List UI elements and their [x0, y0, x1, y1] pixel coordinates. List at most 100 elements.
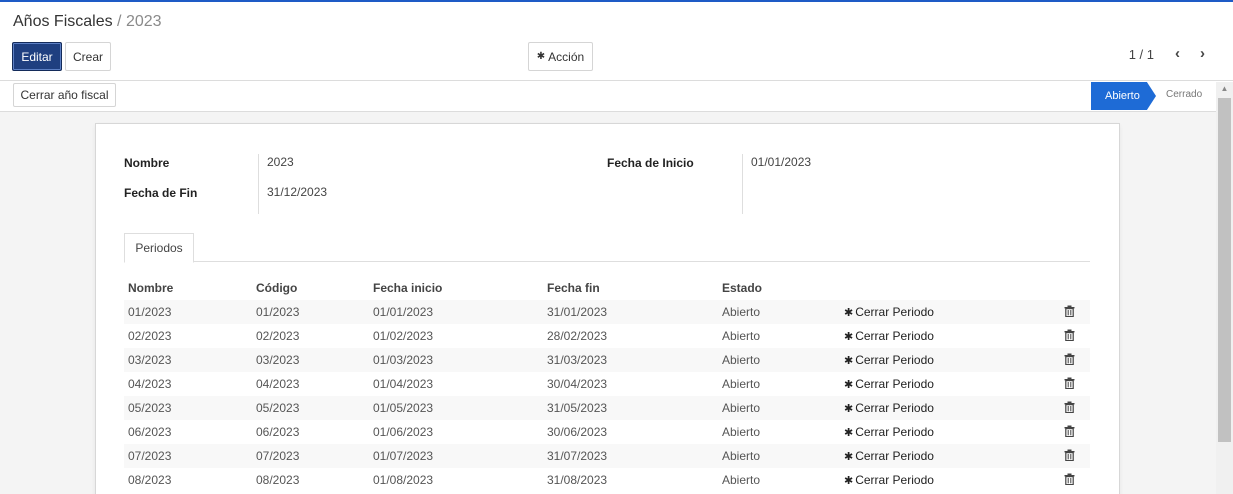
scroll-up-arrow-icon[interactable]: ▲: [1216, 84, 1233, 93]
breadcrumb-current: 2023: [125, 13, 162, 30]
period-code: 08/2023: [256, 473, 300, 487]
table-row[interactable]: 01/2023 01/2023 01/01/2023 31/01/2023 Abiert…: [124, 300, 1090, 324]
table-row[interactable]: 04/2023 04/2023 01/04/2023 30/04/2023 Abiert…: [124, 372, 1090, 396]
close-period-label: Cerrar Periodo: [855, 401, 934, 415]
period-end-date: 31/03/2023: [547, 353, 608, 367]
field-divider: [258, 154, 259, 214]
end-date-value: 31/12/2023: [267, 185, 328, 199]
notebook-tabs: Periodos: [124, 233, 1090, 263]
trash-icon[interactable]: [1064, 305, 1075, 318]
table-row[interactable]: 06/2023 06/2023 01/06/2023 30/06/2023 Abiert…: [124, 420, 1090, 444]
close-period-button[interactable]: ✱ Cerrar Periodo: [844, 401, 934, 415]
period-start-date: 01/03/2023: [373, 353, 434, 367]
period-name: 06/2023: [128, 425, 172, 439]
close-period-button[interactable]: ✱ Cerrar Periodo: [844, 329, 934, 343]
stage-closed[interactable]: Cerrado: [1166, 89, 1202, 100]
start-date-label: Fecha de Inicio: [607, 156, 694, 170]
period-name: 07/2023: [128, 449, 172, 463]
gear-icon: ✱: [844, 475, 854, 487]
column-header-end-date[interactable]: Fecha fin: [547, 281, 600, 295]
chevron-right-icon[interactable]: ›: [1200, 45, 1205, 62]
action-button[interactable]: ✱ Acción: [528, 42, 593, 71]
name-value: 2023: [267, 155, 294, 169]
period-code: 04/2023: [256, 377, 300, 391]
end-date-label: Fecha de Fin: [124, 186, 198, 200]
table-row[interactable]: 02/2023 02/2023 01/02/2023 28/02/2023 Abiert…: [124, 324, 1090, 348]
pager-value[interactable]: 1 / 1: [1129, 47, 1154, 62]
close-period-label: Cerrar Periodo: [855, 449, 934, 463]
stage-open[interactable]: Abierto: [1091, 82, 1156, 110]
trash-icon[interactable]: [1064, 473, 1075, 486]
close-fiscal-year-button[interactable]: Cerrar año fiscal: [13, 83, 116, 107]
close-period-label: Cerrar Periodo: [855, 473, 934, 487]
period-start-date: 01/07/2023: [373, 449, 434, 463]
periods-table-body: 01/2023 01/2023 01/01/2023 31/01/2023 Abiert…: [124, 300, 1090, 492]
column-header-start-date[interactable]: Fecha inicio: [373, 281, 442, 295]
period-state: Abierto: [722, 353, 761, 367]
period-code: 02/2023: [256, 329, 300, 343]
close-period-button[interactable]: ✱ Cerrar Periodo: [844, 305, 934, 319]
period-start-date: 01/08/2023: [373, 473, 434, 487]
close-period-label: Cerrar Periodo: [855, 353, 934, 367]
trash-icon[interactable]: [1064, 425, 1075, 438]
close-period-label: Cerrar Periodo: [855, 329, 934, 343]
gear-icon: ✱: [844, 451, 854, 463]
name-label: Nombre: [124, 156, 170, 170]
close-period-button[interactable]: ✱ Cerrar Periodo: [844, 377, 934, 391]
breadcrumb-parent[interactable]: Años Fiscales: [13, 13, 113, 30]
table-row[interactable]: 03/2023 03/2023 01/03/2023 31/03/2023 Abiert…: [124, 348, 1090, 372]
edit-button[interactable]: Editar: [12, 42, 62, 71]
period-name: 05/2023: [128, 401, 172, 415]
close-period-label: Cerrar Periodo: [855, 305, 934, 319]
gear-icon: ✱: [536, 51, 546, 62]
close-period-button[interactable]: ✱ Cerrar Periodo: [844, 425, 934, 439]
column-header-code[interactable]: Código: [256, 281, 297, 295]
trash-icon[interactable]: [1064, 329, 1075, 342]
table-row[interactable]: 05/2023 05/2023 01/05/2023 31/05/2023 Abiert…: [124, 396, 1090, 420]
chevron-left-icon[interactable]: ‹: [1175, 45, 1180, 62]
period-end-date: 31/01/2023: [547, 305, 608, 319]
create-button[interactable]: Crear: [65, 42, 111, 71]
period-code: 01/2023: [256, 305, 300, 319]
field-divider: [742, 154, 743, 214]
period-end-date: 30/04/2023: [547, 377, 608, 391]
gear-icon: ✱: [844, 331, 854, 343]
period-end-date: 28/02/2023: [547, 329, 608, 343]
period-name: 02/2023: [128, 329, 172, 343]
gear-icon: ✱: [844, 379, 854, 391]
trash-icon[interactable]: [1064, 401, 1075, 414]
period-state: Abierto: [722, 329, 761, 343]
close-period-button[interactable]: ✱ Cerrar Periodo: [844, 353, 934, 367]
period-name: 08/2023: [128, 473, 172, 487]
gear-icon: ✱: [844, 307, 854, 319]
period-state: Abierto: [722, 377, 761, 391]
close-period-button[interactable]: ✱ Cerrar Periodo: [844, 449, 934, 463]
close-period-label: Cerrar Periodo: [855, 377, 934, 391]
trash-icon[interactable]: [1064, 353, 1075, 366]
period-state: Abierto: [722, 401, 761, 415]
period-name: 03/2023: [128, 353, 172, 367]
scrollbar[interactable]: ▲: [1216, 82, 1233, 494]
column-header-name[interactable]: Nombre: [128, 281, 173, 295]
scrollbar-thumb[interactable]: [1218, 98, 1231, 442]
gear-icon: ✱: [844, 427, 854, 439]
tab-periodos[interactable]: Periodos: [124, 233, 194, 263]
table-row[interactable]: 07/2023 07/2023 01/07/2023 31/07/2023 Abiert…: [124, 444, 1090, 468]
close-period-button[interactable]: ✱ Cerrar Periodo: [844, 473, 934, 487]
period-start-date: 01/06/2023: [373, 425, 434, 439]
period-name: 01/2023: [128, 305, 172, 319]
period-code: 07/2023: [256, 449, 300, 463]
period-start-date: 01/05/2023: [373, 401, 434, 415]
column-header-state[interactable]: Estado: [722, 281, 762, 295]
table-row[interactable]: 08/2023 08/2023 01/08/2023 31/08/2023 Abiert…: [124, 468, 1090, 492]
trash-icon[interactable]: [1064, 377, 1075, 390]
table-header: Nombre Código Fecha inicio Fecha fin Est…: [124, 279, 1090, 299]
period-end-date: 30/06/2023: [547, 425, 608, 439]
trash-icon[interactable]: [1064, 449, 1075, 462]
gear-icon: ✱: [844, 355, 854, 367]
period-state: Abierto: [722, 425, 761, 439]
period-start-date: 01/01/2023: [373, 305, 434, 319]
period-start-date: 01/02/2023: [373, 329, 434, 343]
period-start-date: 01/04/2023: [373, 377, 434, 391]
period-state: Abierto: [722, 449, 761, 463]
